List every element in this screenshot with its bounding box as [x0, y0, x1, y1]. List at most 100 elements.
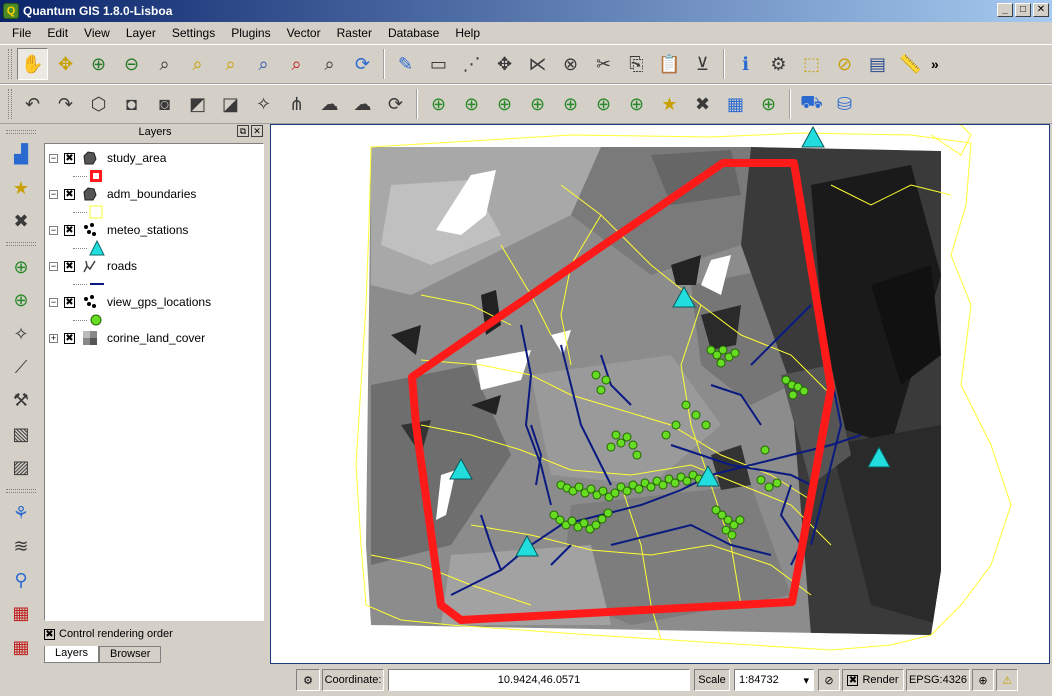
- close-button[interactable]: ✕: [1033, 3, 1049, 17]
- add-wcs-layer-icon[interactable]: ⊕: [621, 88, 652, 120]
- layers-stack-icon[interactable]: ≋: [5, 530, 37, 563]
- layer-study-area[interactable]: − ✖ study_area: [49, 148, 166, 168]
- expand-icon[interactable]: +: [49, 333, 58, 343]
- zoom-out-icon[interactable]: ⊖: [116, 48, 147, 80]
- postgis-import-icon[interactable]: ▦: [5, 630, 37, 663]
- zoom-in-icon[interactable]: ⊕: [83, 48, 114, 80]
- add-mssql-layer-icon[interactable]: ⊕: [555, 88, 586, 120]
- maximize-button[interactable]: □: [1015, 3, 1031, 17]
- toolbar-grip[interactable]: [8, 89, 12, 119]
- control-rendering-order[interactable]: ✖ Control rendering order: [44, 628, 173, 640]
- add-postgis-layer-icon[interactable]: ⊕: [489, 88, 520, 120]
- layer-corine-land-cover[interactable]: + ✖ corine_land_cover: [49, 328, 205, 348]
- chevron-down-icon[interactable]: ▾: [803, 674, 809, 687]
- layer-adm-boundaries[interactable]: − ✖ adm_boundaries: [49, 184, 196, 204]
- simplify-feature-icon[interactable]: ⬡: [83, 88, 114, 120]
- merge-attributes-icon[interactable]: ☁: [347, 88, 378, 120]
- toggle-editing-icon[interactable]: ✎: [390, 48, 421, 80]
- map-canvas[interactable]: [270, 124, 1050, 664]
- menu-plugins[interactable]: Plugins: [223, 26, 278, 40]
- toolbar-grip[interactable]: [6, 130, 36, 134]
- pan-hand-icon[interactable]: ✋: [17, 48, 48, 80]
- menu-view[interactable]: View: [76, 26, 118, 40]
- pan-to-selection-icon[interactable]: ✥: [50, 48, 81, 80]
- zoom-last-icon[interactable]: ⌕: [281, 48, 312, 80]
- zoom-full-icon[interactable]: ⌕: [149, 48, 180, 80]
- toolbar-grip[interactable]: [8, 49, 12, 79]
- open-attribute-table-icon[interactable]: ▤: [862, 48, 893, 80]
- deselect-features-icon[interactable]: ⊘: [829, 48, 860, 80]
- merge-features-icon[interactable]: ☁: [314, 88, 345, 120]
- copy-features-icon[interactable]: ⎘: [621, 48, 652, 80]
- new-shapefile-icon[interactable]: ★: [654, 88, 685, 120]
- layer-visibility-checkbox[interactable]: ✖: [64, 152, 75, 164]
- new-shapefile-icon[interactable]: ★: [5, 171, 37, 204]
- collapse-icon[interactable]: −: [49, 153, 58, 163]
- collapse-icon[interactable]: −: [49, 225, 58, 235]
- add-ring-icon[interactable]: ◘: [116, 88, 147, 120]
- layer-view-gps-locations[interactable]: − ✖ view_gps_locations: [49, 292, 211, 312]
- advanced-digitizing-icon[interactable]: ⊻: [687, 48, 718, 80]
- tab-browser[interactable]: Browser: [99, 646, 162, 663]
- menu-database[interactable]: Database: [380, 26, 447, 40]
- add-delimited-text-layer-icon[interactable]: ⊕: [753, 88, 784, 120]
- collapse-icon[interactable]: −: [49, 297, 58, 307]
- paste-features-icon[interactable]: 📋: [654, 48, 685, 80]
- delete-ring-icon[interactable]: ◩: [182, 88, 213, 120]
- epsg-projection-button[interactable]: EPSG:4326: [906, 669, 970, 691]
- undo-icon[interactable]: ↶: [17, 88, 48, 120]
- menu-file[interactable]: File: [4, 26, 39, 40]
- delete-part-icon[interactable]: ◪: [215, 88, 246, 120]
- measure-tool-icon[interactable]: ⚒: [5, 384, 37, 417]
- coordinate-field[interactable]: 10.9424,46.0571: [388, 669, 690, 691]
- add-wms-layer-icon[interactable]: ⊕: [588, 88, 619, 120]
- split-features-icon[interactable]: ⋔: [281, 88, 312, 120]
- postgis-plugin-icon[interactable]: ▦: [5, 597, 37, 630]
- layer-visibility-checkbox[interactable]: ✖: [64, 224, 75, 236]
- measure-line-icon[interactable]: 📏: [895, 48, 926, 80]
- select-features-icon[interactable]: ⬚: [796, 48, 827, 80]
- spatialite-manager-icon[interactable]: ⛁: [829, 88, 860, 120]
- crs-status-icon[interactable]: ⚙: [296, 669, 320, 691]
- minimize-button[interactable]: _: [997, 3, 1013, 17]
- move-feature-icon[interactable]: ✥: [489, 48, 520, 80]
- zoom-next-icon[interactable]: ⌕: [314, 48, 345, 80]
- control-rendering-order-checkbox[interactable]: ✖: [44, 628, 55, 640]
- add-feature-icon[interactable]: ⋰: [456, 48, 487, 80]
- menu-edit[interactable]: Edit: [39, 26, 76, 40]
- add-vector-layer-icon[interactable]: ⊕: [5, 250, 37, 283]
- messages-warning-icon[interactable]: ⚠: [996, 669, 1018, 691]
- add-spatialite-layer-icon[interactable]: ⊕: [522, 88, 553, 120]
- toolbar-grip[interactable]: [6, 488, 36, 493]
- grass-tools-icon[interactable]: ⚘: [5, 497, 37, 530]
- menu-raster[interactable]: Raster: [329, 26, 380, 40]
- scale-combobox[interactable]: 1:84732 ▾: [734, 669, 814, 691]
- add-part-icon[interactable]: ◙: [149, 88, 180, 120]
- zoom-to-selection-icon[interactable]: ⌕: [182, 48, 213, 80]
- run-action-icon[interactable]: ⚙: [763, 48, 794, 80]
- save-edits-icon[interactable]: ▭: [423, 48, 454, 80]
- remove-layer-icon[interactable]: ✖: [5, 205, 37, 238]
- add-raster-layer-icon[interactable]: ▟: [5, 138, 37, 171]
- toolbar-grip[interactable]: [6, 242, 36, 247]
- render-toggle[interactable]: ✖ Render: [842, 669, 904, 691]
- coordinate-toggle-button[interactable]: Coordinate:: [322, 669, 384, 691]
- georeferencer-icon[interactable]: ⛟: [796, 88, 827, 120]
- zoom-native-icon[interactable]: ⌕: [248, 48, 279, 80]
- projection-globe-icon[interactable]: ⊕: [972, 669, 994, 691]
- refresh-icon[interactable]: ⟳: [347, 48, 378, 80]
- layer-visibility-checkbox[interactable]: ✖: [64, 296, 75, 308]
- close-panel-icon[interactable]: ✕: [251, 125, 263, 137]
- cut-features-icon[interactable]: ✂: [588, 48, 619, 80]
- rotate-point-symbols-icon[interactable]: ⟳: [380, 88, 411, 120]
- layer-visibility-checkbox[interactable]: ✖: [64, 188, 75, 200]
- stop-render-icon[interactable]: ⊘: [818, 669, 840, 691]
- add-wfs-layer-icon[interactable]: ▦: [720, 88, 751, 120]
- menu-help[interactable]: Help: [447, 26, 488, 40]
- capture-point-icon[interactable]: ✧: [5, 317, 37, 350]
- map-composer-icon[interactable]: ▧: [5, 418, 37, 451]
- render-checkbox[interactable]: ✖: [847, 674, 859, 686]
- float-panel-icon[interactable]: ⧉: [237, 125, 249, 137]
- print-composer-icon[interactable]: ▨: [5, 451, 37, 484]
- add-vector-layer-icon[interactable]: ⊕: [423, 88, 454, 120]
